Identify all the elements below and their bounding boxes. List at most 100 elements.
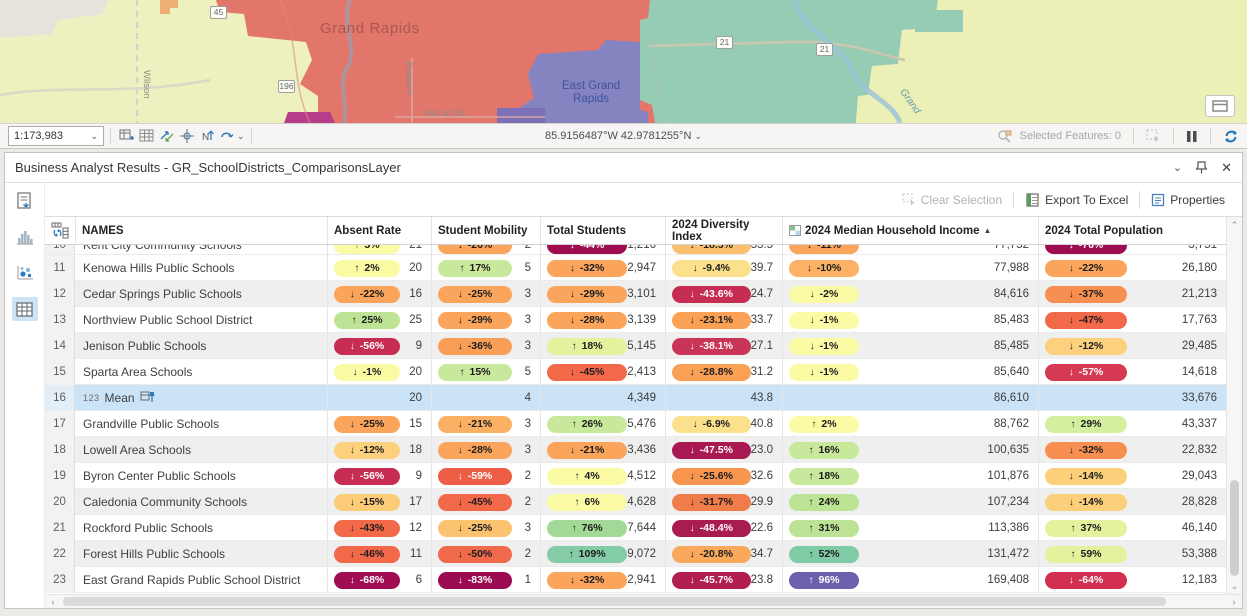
metric-cell[interactable]: ↓-20.8%34.7: [665, 541, 782, 567]
metric-cell[interactable]: 20: [327, 385, 431, 411]
metric-cell[interactable]: ↓-25.6%32.6: [665, 463, 782, 489]
metric-cell[interactable]: ↓-68%6: [327, 567, 431, 593]
table-row[interactable]: 20Caledonia Community Schools↓-15%17↓-45…: [45, 489, 1226, 515]
table-row[interactable]: 18Lowell Area Schools↓-12%18↓-28%3↓-21%3…: [45, 437, 1226, 463]
metric-cell[interactable]: ↓-28.8%31.2: [665, 359, 782, 385]
district-name-cell[interactable]: Rockford Public Schools: [75, 515, 327, 541]
row-number[interactable]: 10: [45, 245, 75, 255]
metric-cell[interactable]: ↓-32%2,947: [540, 255, 665, 281]
table-row[interactable]: 22Forest Hills Public Schools↓-46%11↓-50…: [45, 541, 1226, 567]
metric-cell[interactable]: 43.8: [665, 385, 782, 411]
metric-cell[interactable]: 4: [431, 385, 540, 411]
row-number[interactable]: 22: [45, 541, 75, 567]
metric-cell[interactable]: ↑24%107,234: [782, 489, 1038, 515]
table-row[interactable]: 17Grandville Public Schools↓-25%15↓-21%3…: [45, 411, 1226, 437]
district-name-cell[interactable]: Jenison Public Schools: [75, 333, 327, 359]
metric-cell[interactable]: ↓-50%2: [431, 541, 540, 567]
rotate-tool[interactable]: [217, 126, 237, 146]
metric-cell[interactable]: ↑37%46,140: [1038, 515, 1226, 541]
district-name-cell[interactable]: Cedar Springs Public Schools: [75, 281, 327, 307]
row-number[interactable]: 15: [45, 359, 75, 385]
metric-cell[interactable]: ↓-45%2,413: [540, 359, 665, 385]
metric-cell[interactable]: ↓-59%2: [431, 463, 540, 489]
table-row[interactable]: 21Rockford Public Schools↓-43%12↓-25%3↑7…: [45, 515, 1226, 541]
metric-cell[interactable]: ↓-21%3: [431, 411, 540, 437]
metric-cell[interactable]: ↓-1%85,483: [782, 307, 1038, 333]
metric-cell[interactable]: ↑59%53,388: [1038, 541, 1226, 567]
select-box-icon[interactable]: [1146, 129, 1161, 143]
vertical-scroll-thumb[interactable]: [1230, 480, 1239, 576]
column-header-diversity-index[interactable]: 2024 Diversity Index: [665, 217, 782, 244]
row-number[interactable]: 14: [45, 333, 75, 359]
metric-cell[interactable]: ↓-1%20: [327, 359, 431, 385]
horizontal-scrollbar[interactable]: ‹ ›: [45, 594, 1242, 608]
refresh-icon[interactable]: [1223, 129, 1239, 144]
metric-cell[interactable]: ↓-29%3: [431, 307, 540, 333]
row-number[interactable]: 17: [45, 411, 75, 437]
column-header-total-students[interactable]: Total Students: [540, 217, 665, 244]
vertical-scrollbar[interactable]: ⌃ ⌄: [1226, 217, 1242, 594]
metric-cell[interactable]: ↓-29%3,101: [540, 281, 665, 307]
table-row[interactable]: 13Northview Public School District↑25%25…: [45, 307, 1226, 333]
row-number[interactable]: 13: [45, 307, 75, 333]
row-number[interactable]: 16: [45, 385, 75, 411]
district-name-cell[interactable]: Sparta Area Schools: [75, 359, 327, 385]
sidebar-infographics-view[interactable]: [12, 189, 38, 213]
metric-cell[interactable]: ↑18%5,145: [540, 333, 665, 359]
chevron-down-icon[interactable]: ⌄: [694, 131, 702, 141]
district-name-cell[interactable]: Northview Public School District: [75, 307, 327, 333]
table-tool[interactable]: [137, 126, 157, 146]
metric-cell[interactable]: ↓-28%3: [431, 437, 540, 463]
metric-cell[interactable]: ↓-18.5%33.5: [665, 245, 782, 255]
metric-cell[interactable]: ↓-37%21,213: [1038, 281, 1226, 307]
metric-cell[interactable]: ↓-6.9%40.8: [665, 411, 782, 437]
sidebar-scatter-plot-view[interactable]: [12, 261, 38, 285]
district-name-cell[interactable]: Kenowa Hills Public Schools: [75, 255, 327, 281]
map-overview-button[interactable]: [1205, 95, 1235, 117]
map-view[interactable]: Grand Rapids East GrandRapids Hall St SE…: [0, 0, 1247, 123]
table-row[interactable]: 10Kent City Community Schools↑3%21↓-26%2…: [45, 245, 1226, 255]
metric-cell[interactable]: ↓-1%85,640: [782, 359, 1038, 385]
metric-cell[interactable]: ↑17%5: [431, 255, 540, 281]
metric-cell[interactable]: ↓-76%3,751: [1038, 245, 1226, 255]
district-name-cell[interactable]: Lowell Area Schools: [75, 437, 327, 463]
metric-cell[interactable]: ↓-43.6%24.7: [665, 281, 782, 307]
column-header-median-household-income[interactable]: 2024 Median Household Income ▲: [782, 217, 1038, 244]
row-number[interactable]: 19: [45, 463, 75, 489]
properties-button[interactable]: Properties: [1144, 190, 1232, 210]
export-to-excel-button[interactable]: Export To Excel: [1018, 190, 1135, 210]
coordinates-value[interactable]: 85.9156487°W 42.9781255°N: [545, 130, 691, 142]
table-row[interactable]: 15Sparta Area Schools↓-1%20↑15%5↓-45%2,4…: [45, 359, 1226, 385]
clear-selection-button[interactable]: Clear Selection: [895, 190, 1009, 210]
pause-icon[interactable]: [1186, 130, 1198, 143]
panel-menu-chevron-icon[interactable]: ⌄: [1173, 161, 1182, 174]
metric-cell[interactable]: ↓-46%11: [327, 541, 431, 567]
metric-cell[interactable]: ↓-10%77,988: [782, 255, 1038, 281]
transpose-corner-button[interactable]: [45, 217, 75, 244]
metric-cell[interactable]: ↑6%4,628: [540, 489, 665, 515]
map-scale-select[interactable]: 1:173,983 ⌄: [8, 126, 104, 146]
metric-cell[interactable]: ↑2%88,762: [782, 411, 1038, 437]
metric-cell[interactable]: ↓-47.5%23.0: [665, 437, 782, 463]
table-row[interactable]: 12Cedar Springs Public Schools↓-22%16↓-2…: [45, 281, 1226, 307]
metric-cell[interactable]: ↑31%113,386: [782, 515, 1038, 541]
metric-cell[interactable]: ↓-31.7%29.9: [665, 489, 782, 515]
metric-cell[interactable]: ↓-14%29,043: [1038, 463, 1226, 489]
metric-cell[interactable]: ↓-21%3,436: [540, 437, 665, 463]
metric-cell[interactable]: ↑76%7,644: [540, 515, 665, 541]
metric-cell[interactable]: ↓-36%3: [431, 333, 540, 359]
metric-cell[interactable]: ↓-23.1%33.7: [665, 307, 782, 333]
metric-cell[interactable]: ↓-64%12,183: [1038, 567, 1226, 593]
scroll-right-arrow[interactable]: ›: [1226, 597, 1242, 607]
metric-cell[interactable]: ↑18%101,876: [782, 463, 1038, 489]
metric-cell[interactable]: ↓-44%1,216: [540, 245, 665, 255]
metric-cell[interactable]: ↓-9.4%39.7: [665, 255, 782, 281]
column-header-names[interactable]: NAMES: [75, 217, 327, 244]
metric-cell[interactable]: ↓-15%17: [327, 489, 431, 515]
district-name-cell[interactable]: Kent City Community Schools: [75, 245, 327, 255]
metric-cell[interactable]: ↓-32%22,832: [1038, 437, 1226, 463]
metric-cell[interactable]: ↑4%4,512: [540, 463, 665, 489]
scroll-down-arrow[interactable]: ⌄: [1227, 578, 1242, 594]
column-header-absent-rate[interactable]: Absent Rate: [327, 217, 431, 244]
district-name-cell[interactable]: East Grand Rapids Public School District: [75, 567, 327, 593]
